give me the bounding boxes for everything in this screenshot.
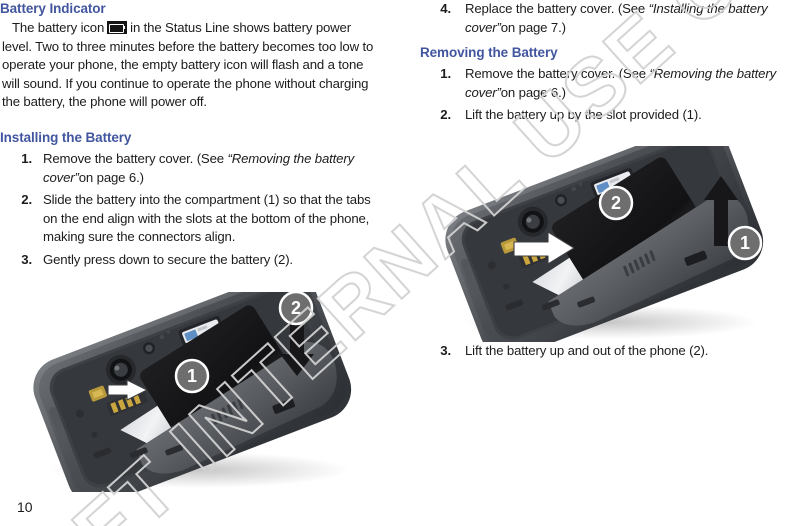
svg-text:2: 2 (291, 298, 301, 318)
step-text: Gently press down to secure the battery … (43, 251, 293, 267)
removing-the-battery-steps: 1. Remove the battery cover. (See “Removi… (418, 65, 801, 125)
step-text: Remove the battery cover. (See (43, 151, 224, 166)
step-text: Replace the battery cover. (See (465, 1, 646, 16)
removing-the-battery-steps-continued: 3. Lift the battery up and out of the pho… (418, 342, 801, 361)
step-number: 3. (21, 251, 32, 267)
step-text-tail: on page 6.) (500, 84, 566, 100)
phone-battery-remove-diagram: SAMSUNG (428, 146, 786, 342)
list-item: 3. Gently press down to secure the batter… (0, 251, 386, 270)
callout-badge-2: 2 (278, 292, 314, 326)
callout-badge-1: 1 (174, 358, 210, 394)
installing-the-battery-steps: 1. Remove the battery cover. (See “Removi… (0, 150, 386, 270)
list-item: 2. Lift the battery up by the slot provid… (418, 106, 801, 125)
paragraph-text-before-icon: The battery icon (12, 20, 105, 35)
battery-indicator-paragraph: The battery icon in the Status Line shows… (0, 19, 382, 112)
step-number: 4. (440, 1, 451, 16)
heading-removing-the-battery: Removing the Battery (420, 45, 558, 60)
step-number: 3. (440, 343, 451, 358)
step-number: 2. (440, 107, 451, 123)
installing-battery-steps-continued: 4. Replace the battery cover. (See “Insta… (418, 0, 801, 37)
step-text: Remove the battery cover. (See (465, 66, 646, 81)
list-item: 2. Slide the battery into the compartment… (0, 191, 386, 247)
step-text-tail: on page 7.) (500, 19, 566, 35)
step-number: 2. (21, 192, 32, 208)
list-item: 1. Remove the battery cover. (See “Removi… (0, 150, 386, 187)
step-number: 1. (21, 151, 32, 166)
step-text-tail: on page 6.) (78, 169, 144, 185)
svg-text:1: 1 (740, 233, 750, 253)
step-number: 1. (440, 66, 451, 81)
battery-empty-icon (107, 21, 128, 34)
list-item: 4. Replace the battery cover. (See “Insta… (418, 0, 801, 37)
step-text: Lift the battery up by the slot provided… (465, 107, 702, 123)
list-item: 3. Lift the battery up and out of the pho… (418, 342, 801, 361)
list-item: 1. Remove the battery cover. (See “Removi… (418, 65, 801, 102)
heading-battery-indicator: Battery Indicator (0, 1, 106, 16)
svg-text:2: 2 (611, 193, 621, 213)
svg-text:1: 1 (187, 366, 197, 386)
heading-installing-the-battery: Installing the Battery (0, 130, 132, 145)
step-text: Lift the battery up and out of the phone… (465, 343, 709, 358)
page-number: 10 (17, 499, 33, 515)
phone-battery-install-diagram: SAMSUNG (14, 292, 378, 492)
callout-badge-1: 1 (727, 225, 763, 261)
step-text: Slide the battery into the compartment (… (43, 192, 371, 245)
callout-badge-2: 2 (598, 185, 634, 221)
